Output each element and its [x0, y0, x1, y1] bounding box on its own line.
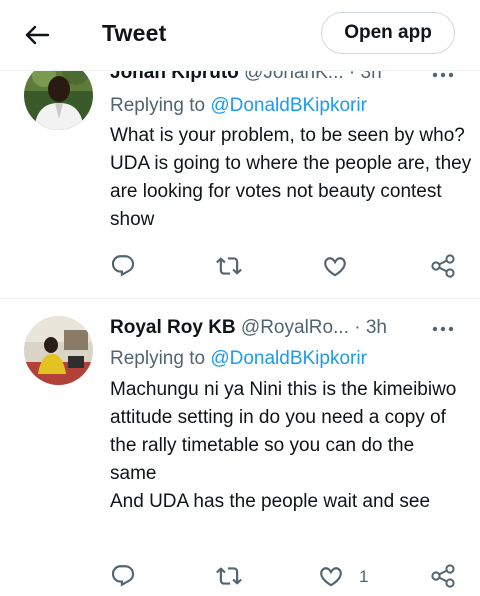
tweet-reply-2[interactable]: Royal Roy KB @RoyalRo... · 3h Replying t… [0, 299, 480, 596]
replying-prefix: Replying to [110, 348, 206, 369]
share-button[interactable] [430, 563, 456, 589]
reply-button[interactable] [110, 563, 136, 589]
open-app-button[interactable]: Open app [321, 12, 455, 54]
reply-icon [110, 253, 136, 279]
tweet-time[interactable]: 3h [366, 317, 387, 338]
replying-to-mention[interactable]: @DonaldBKipkorir [210, 348, 367, 369]
reply-icon [110, 563, 136, 589]
replying-to-line: Replying to @DonaldBKipkorir [110, 348, 367, 370]
page-title: Tweet [102, 20, 167, 46]
replying-to-line: Replying to @DonaldBKipkorir [110, 95, 367, 117]
retweet-button[interactable] [216, 253, 242, 279]
more-horizontal-icon[interactable] [430, 70, 456, 80]
share-icon [430, 563, 456, 589]
like-button[interactable] [318, 563, 344, 589]
top-header: Tweet Open app [0, 0, 480, 71]
heart-icon [322, 253, 348, 279]
like-button[interactable] [322, 253, 348, 279]
like-count: 1 [359, 567, 369, 586]
author-handle[interactable]: @RoyalRo... [241, 317, 349, 338]
tweet-text: What is your problem, to be seen by who?… [110, 125, 472, 230]
back-button[interactable] [22, 21, 52, 51]
more-horizontal-icon[interactable] [430, 324, 456, 334]
tweet-text: Machungu ni ya Nini this is the kimeibiw… [110, 379, 457, 512]
heart-icon [318, 563, 344, 589]
retweet-icon [216, 253, 242, 279]
reply-button[interactable] [110, 253, 136, 279]
share-icon [430, 253, 456, 279]
share-button[interactable] [430, 253, 456, 279]
avatar[interactable] [24, 316, 93, 385]
replying-to-mention[interactable]: @DonaldBKipkorir [210, 95, 367, 116]
avatar[interactable] [24, 61, 93, 130]
replying-prefix: Replying to [110, 95, 206, 116]
retweet-button[interactable] [216, 563, 242, 589]
arrow-left-icon [25, 25, 50, 45]
author-name[interactable]: Royal Roy KB [110, 317, 236, 338]
separator-dot: · [354, 317, 361, 338]
retweet-icon [216, 563, 242, 589]
tweet-author-line: Royal Roy KB @RoyalRo... · 3h [110, 317, 387, 339]
